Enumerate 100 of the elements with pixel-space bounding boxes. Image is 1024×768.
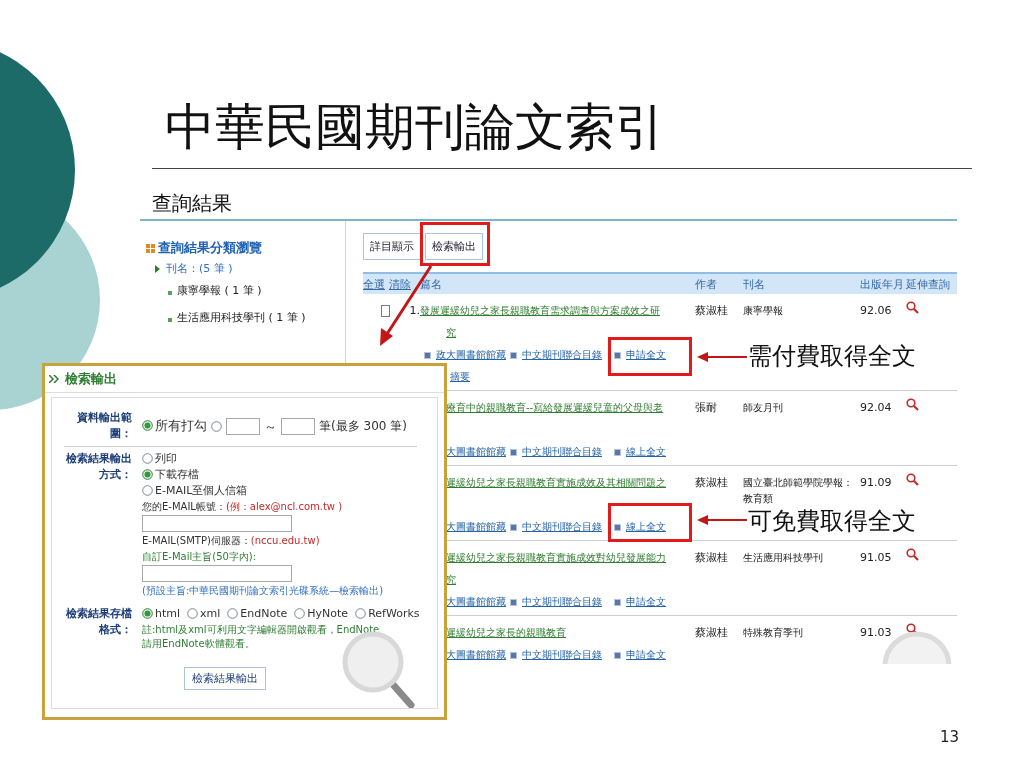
bullet-icon <box>510 651 517 659</box>
date-cell: 91.03 <box>860 626 892 639</box>
link[interactable]: 中文期刊聯合目錄 <box>522 591 602 613</box>
journal-cell-text: 生活應用科技學刊 <box>743 551 824 565</box>
annotation-text: 需付費取得全文 <box>748 343 916 369</box>
radio-button[interactable]: html <box>142 606 181 621</box>
article-title-link[interactable]: 遲緩幼兒之家長親職教育實施成效對幼兒發展能力 <box>446 552 666 563</box>
search-icon[interactable] <box>906 301 919 314</box>
radio-button[interactable]: EndNote <box>227 606 288 621</box>
radio-button[interactable]: xml <box>187 606 221 621</box>
journal-cell-text: 特殊教育季刊 <box>743 626 804 640</box>
link[interactable]: 線上全文 <box>626 516 666 538</box>
bullet-icon <box>614 523 621 531</box>
author-cell: 蔡淑桂 <box>695 551 728 564</box>
author-cell: 蔡淑桂 <box>695 626 728 639</box>
date-cell: 92.06 <box>860 304 892 317</box>
date-cell: 92.04 <box>860 401 892 414</box>
search-icon[interactable] <box>906 398 919 411</box>
arrow <box>697 515 747 525</box>
chevron-icon <box>154 264 160 273</box>
radio-button[interactable]: RefWorks <box>355 606 420 621</box>
radio-icon <box>142 453 153 464</box>
page-number: 13 <box>940 728 960 746</box>
radio-icon <box>142 420 153 431</box>
link[interactable]: 中文期刊聯合目錄 <box>522 441 602 463</box>
form-label: 檢索結果存檔格式： <box>65 606 132 638</box>
date-cell: 91.09 <box>860 476 892 489</box>
input-field[interactable] <box>226 417 260 435</box>
article-title-link[interactable]: 究 <box>446 327 456 338</box>
tab[interactable]: 檢索輸出 <box>425 233 483 260</box>
sidebar-item[interactable]: 生活應用科技學刊 ( 1 筆 ) <box>177 306 306 330</box>
input-field[interactable] <box>142 565 292 582</box>
link[interactable]: 申請全文 <box>626 591 666 613</box>
journal-cell-text: 師友月刊 <box>743 401 784 415</box>
link[interactable]: 摘要 <box>450 366 470 388</box>
example-text: (nccu.edu.tw) <box>250 535 320 546</box>
date-cell: 91.05 <box>860 551 892 564</box>
bullet-icon <box>614 448 621 456</box>
radio-icon <box>142 469 153 480</box>
search-icon[interactable] <box>906 473 919 486</box>
link[interactable]: 申請全文 <box>626 344 666 366</box>
sidebar-group[interactable]: 刊名：(5 筆 ) <box>166 261 233 276</box>
radio-icon <box>294 608 306 619</box>
form-label: 檢索結果輸出方式： <box>65 451 132 483</box>
clear-link[interactable]: 清除 <box>389 276 411 292</box>
link[interactable]: 中文期刊聯合目錄 <box>522 516 602 538</box>
hint-text: (預設主旨:中華民國期刊論文索引光碟系統—檢索輸出) <box>142 584 384 598</box>
article-title-link[interactable]: 究 <box>446 574 456 585</box>
link[interactable]: 大圖書館館藏 <box>446 441 506 463</box>
radio-button[interactable] <box>211 420 222 432</box>
link[interactable]: 大圖書館館藏 <box>446 644 506 664</box>
input-field[interactable] <box>281 417 315 435</box>
bullet-icon <box>168 318 172 322</box>
radio-icon <box>142 485 153 496</box>
journal-cell-text: 康寧學報 <box>743 304 784 318</box>
radio-button[interactable]: E-MAIL至個人信箱 <box>142 483 248 498</box>
checkbox[interactable] <box>381 305 390 317</box>
link[interactable]: 政大圖書館館藏 <box>436 344 506 366</box>
sidebar-title: 查詢結果分類瀏覽 <box>158 239 262 257</box>
tab[interactable]: 詳目顯示 <box>363 233 421 260</box>
grid-icon <box>146 243 155 253</box>
column-header: 作者 <box>695 277 717 291</box>
input-field[interactable] <box>142 515 292 532</box>
article-title-link[interactable]: 遲緩幼兒之家長親職教育實施成效及其相關問題之 <box>446 477 666 488</box>
bullet-icon <box>168 291 172 295</box>
column-header: 刊名 <box>743 277 765 291</box>
tilde-text: ～ <box>264 418 277 434</box>
link[interactable]: 大圖書館館藏 <box>446 516 506 538</box>
field-label: E-MAIL(SMTP)伺服器： <box>142 535 251 546</box>
bullet-icon <box>510 448 517 456</box>
column-header: 出版年月 <box>860 277 904 291</box>
article-title-link[interactable]: 療育中的親職教育--寫給發展遲緩兒童的父母與老 <box>446 402 664 413</box>
bullet-icon <box>614 351 621 359</box>
example-text: (例：alex@ncl.com.tw ) <box>225 501 343 512</box>
form-label: 資料輸出範圍： <box>76 410 132 442</box>
author-cell: 蔡淑桂 <box>695 304 728 317</box>
radio-button[interactable]: 列印 <box>142 451 177 466</box>
link[interactable]: 線上全文 <box>626 441 666 463</box>
article-title-link[interactable]: 發展遲緩幼兒之家長親職教育需求調查與方案成效之研 <box>420 305 660 316</box>
note-text: 註:html及xml可利用文字編輯器開啟觀看，EndNote請用EndNote軟體觀看。 <box>142 623 381 651</box>
bullet-icon <box>510 523 517 531</box>
link[interactable]: 申請全文 <box>626 644 666 664</box>
author-cell: 蔡淑桂 <box>695 476 728 489</box>
radio-button[interactable]: 所有打勾 <box>142 418 207 433</box>
arrow <box>697 352 747 362</box>
radio-icon <box>187 608 199 619</box>
link[interactable]: 大圖書館館藏 <box>446 591 506 613</box>
select-all-link[interactable]: 全選 <box>363 276 385 292</box>
article-title-link[interactable]: 遲緩幼兒之家長的親職教育 <box>446 627 566 638</box>
link[interactable]: 中文期刊聯合目錄 <box>522 644 602 664</box>
bullet-icon <box>510 598 517 606</box>
dialog-title: 檢索輸出 <box>65 370 117 388</box>
export-button[interactable]: 檢索結果輸出 <box>184 667 266 690</box>
radio-button[interactable]: HyNote <box>294 606 349 621</box>
search-icon[interactable] <box>906 548 919 561</box>
link[interactable]: 中文期刊聯合目錄 <box>522 344 602 366</box>
sidebar-item[interactable]: 康寧學報 ( 1 筆 ) <box>177 279 262 303</box>
radio-button[interactable]: 下載存檔 <box>142 467 199 482</box>
annotation-text: 可免費取得全文 <box>748 508 916 534</box>
section-heading: 查詢結果 <box>151 191 233 216</box>
